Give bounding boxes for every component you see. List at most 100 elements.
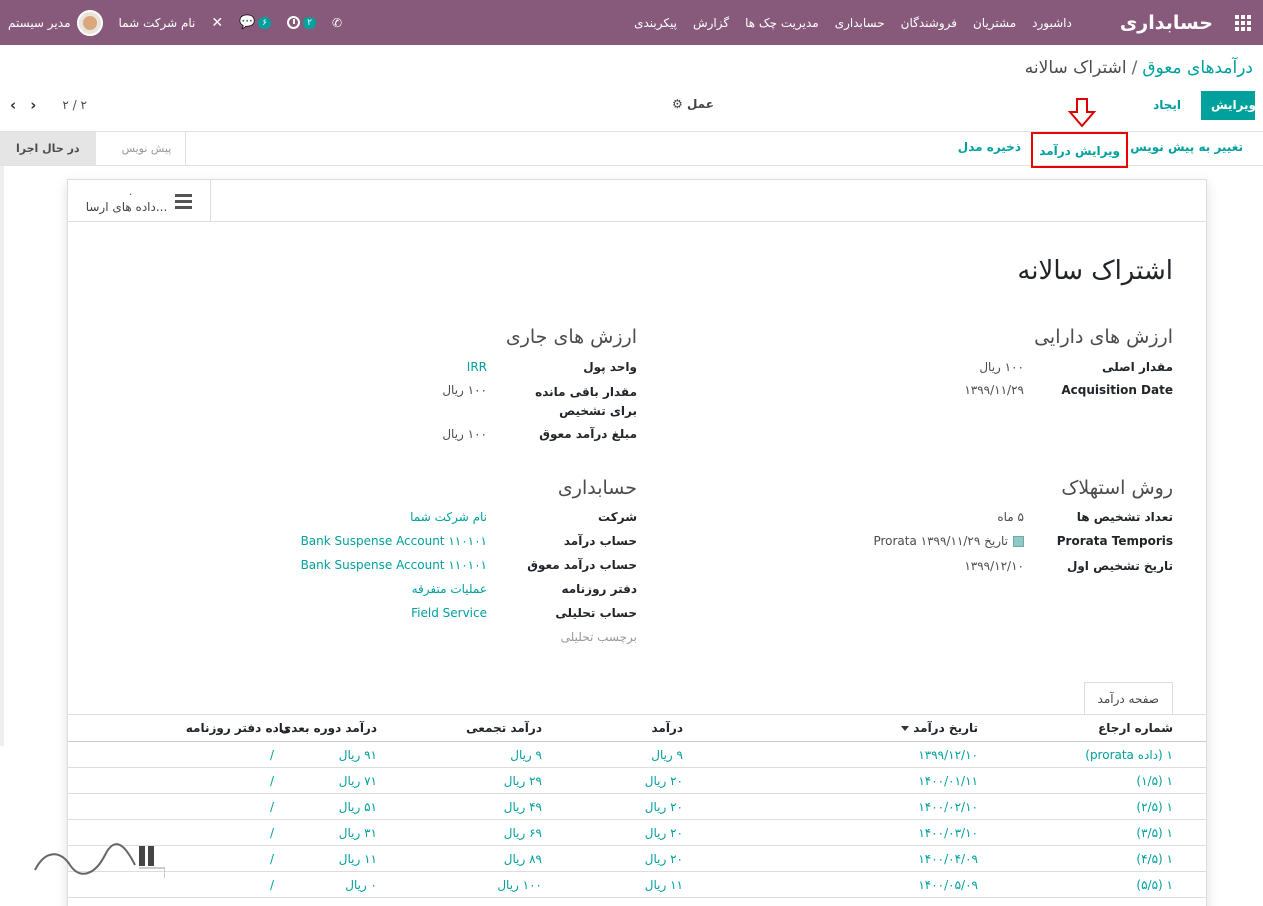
set-to-draft-button[interactable]: تغییر به پیش نویس bbox=[1130, 140, 1243, 154]
menu-item-vendors[interactable]: فروشندگان bbox=[893, 16, 965, 30]
table-row[interactable]: ۱ (۵/۵) ۱۴۰۰/۰۵/۰۹ ۱۱ ریال ۱۰۰ ریال ۰ ری… bbox=[68, 872, 1206, 898]
messaging-menu[interactable]: 💬 ۶ bbox=[231, 0, 279, 45]
cell-date: ۱۳۹۹/۱۲/۱۰ bbox=[918, 748, 978, 762]
section-depreciation-method: روش استهلاک bbox=[1061, 477, 1173, 499]
column-header-reference[interactable]: شماره ارجاع bbox=[1098, 721, 1173, 735]
button-box: ۰ داده های ارسا... bbox=[68, 180, 1206, 222]
cell-next-period: ۳۱ ریال bbox=[338, 826, 377, 840]
pager-next-icon[interactable]: › bbox=[30, 96, 36, 114]
menu-item-accounting[interactable]: حسابداری bbox=[827, 16, 893, 30]
cell-reference: ۱ (۱/۵) bbox=[1136, 774, 1173, 788]
cell-cumulative: ۶۹ ریال bbox=[503, 826, 542, 840]
menu-item-customers[interactable]: مشتریان bbox=[965, 16, 1024, 30]
cell-next-period: ۵۱ ریال bbox=[338, 800, 377, 814]
currency-value[interactable]: IRR bbox=[467, 360, 487, 374]
action-label: عمل bbox=[686, 97, 714, 111]
section-current-values: ارزش های جاری bbox=[505, 326, 637, 348]
debug-icon[interactable]: ✕ bbox=[203, 0, 231, 45]
company-switcher[interactable]: نام شرکت شما bbox=[111, 0, 204, 45]
journal-value[interactable]: عملیات متفرقه bbox=[412, 582, 487, 596]
analytic-tags-field[interactable]: برچسب تحلیلی bbox=[561, 630, 637, 644]
cell-journal-entry: / bbox=[269, 878, 274, 892]
breadcrumb-parent[interactable]: درآمدهای معوق bbox=[1142, 58, 1253, 78]
cell-cumulative: ۴۹ ریال bbox=[503, 800, 542, 814]
record-title[interactable]: اشتراک سالانه bbox=[1017, 256, 1173, 286]
modify-revenue-button[interactable]: ویرایش درآمد bbox=[1031, 132, 1128, 168]
cell-next-period: ۱۱ ریال bbox=[338, 852, 377, 866]
column-header-revenue-date[interactable]: تاریخ درآمد bbox=[901, 721, 978, 735]
save-model-button[interactable]: ذخیره مدل bbox=[958, 140, 1021, 154]
prorata-temporis-label: Prorata Temporis bbox=[1056, 534, 1173, 548]
apps-menu-button[interactable] bbox=[1223, 14, 1263, 31]
voip-button[interactable]: ✆ bbox=[324, 0, 350, 45]
action-dropdown[interactable]: ⚙ عمل bbox=[672, 97, 714, 111]
deferred-amount-label: مبلغ درآمد معوق bbox=[539, 427, 637, 441]
first-recognition-date-value: ۱۳۹۹/۱۲/۱۰ bbox=[964, 559, 1024, 573]
deferred-revenue-account-value[interactable]: Bank Suspense Account ۱۱۰۱۰۱ bbox=[301, 558, 487, 572]
menu-item-reporting[interactable]: گزارش bbox=[685, 16, 737, 30]
cell-reference: ۱ (۴/۵) bbox=[1136, 852, 1173, 866]
table-row[interactable]: ۱ (۳/۵) ۱۴۰۰/۰۳/۱۰ ۲۰ ریال ۶۹ ریال ۳۱ ری… bbox=[68, 820, 1206, 846]
column-header-next-period[interactable]: درآمد دوره بعدی bbox=[280, 721, 377, 735]
menu-item-configuration[interactable]: پیکربندی bbox=[626, 16, 685, 30]
cell-cumulative: ۲۹ ریال bbox=[503, 774, 542, 788]
currency-label: واحد پول bbox=[583, 360, 637, 374]
avatar bbox=[76, 9, 103, 36]
cell-revenue: ۹ ریال bbox=[651, 748, 683, 762]
table-row[interactable]: ۱ (۱/۵) ۱۴۰۰/۰۱/۱۱ ۲۰ ریال ۲۹ ریال ۷۱ ری… bbox=[68, 768, 1206, 794]
analytic-account-label: حساب تحلیلی bbox=[555, 606, 637, 620]
pager-value[interactable]: ۲ / ۲ bbox=[62, 98, 87, 112]
apps-grid-icon bbox=[1235, 14, 1251, 31]
table-row[interactable]: ۱ (داده prorata) ۱۳۹۹/۱۲/۱۰ ۹ ریال ۹ ریا… bbox=[68, 742, 1206, 768]
cell-revenue: ۲۰ ریال bbox=[644, 852, 683, 866]
watermark-logo-icon bbox=[34, 843, 165, 878]
acquisition-date-label: Acquisition Date bbox=[1061, 383, 1173, 397]
sent-data-smart-button[interactable]: ۰ داده های ارسا... bbox=[68, 180, 211, 222]
cell-cumulative: ۹ ریال bbox=[510, 748, 542, 762]
table-row[interactable]: ۱ (۲/۵) ۱۴۰۰/۰۲/۱۰ ۲۰ ریال ۴۹ ریال ۵۱ ری… bbox=[68, 794, 1206, 820]
cell-revenue: ۱۱ ریال bbox=[644, 878, 683, 892]
create-button[interactable]: ایجاد bbox=[1143, 91, 1191, 120]
user-name: مدیر سیستم bbox=[8, 15, 71, 30]
recognition-count-label: تعداد تشخیص ها bbox=[1076, 510, 1173, 524]
revenue-account-label: حساب درآمد bbox=[563, 534, 637, 548]
stage-running[interactable]: در حال اجرا bbox=[0, 132, 96, 165]
cell-cumulative: ۱۰۰ ریال bbox=[497, 878, 542, 892]
column-header-revenue[interactable]: درآمد bbox=[651, 721, 683, 735]
prorata-checkbox[interactable] bbox=[1013, 536, 1024, 547]
activity-count-badge: ۲ bbox=[303, 16, 316, 29]
app-brand[interactable]: حسابداری bbox=[1080, 12, 1223, 34]
table-row[interactable]: ۱ (۴/۵) ۱۴۰۰/۰۴/۰۹ ۲۰ ریال ۸۹ ریال ۱۱ ری… bbox=[68, 846, 1206, 872]
gear-icon: ⚙ bbox=[672, 97, 683, 111]
cell-journal-entry: / bbox=[269, 748, 274, 762]
company-value[interactable]: نام شرکت شما bbox=[410, 510, 487, 524]
user-menu[interactable]: مدیر سیستم bbox=[0, 0, 111, 45]
annotation-arrow-icon bbox=[1068, 98, 1096, 128]
analytic-account-value[interactable]: Field Service bbox=[411, 606, 487, 620]
chat-icon: 💬 bbox=[239, 15, 256, 30]
cell-journal-entry: / bbox=[269, 800, 274, 814]
revenue-account-value[interactable]: Bank Suspense Account ۱۱۰۱۰۱ bbox=[301, 534, 487, 548]
cell-revenue: ۲۰ ریال bbox=[644, 800, 683, 814]
original-value-label: مقدار اصلی bbox=[1102, 360, 1173, 374]
menu-item-dashboard[interactable]: داشبورد bbox=[1024, 16, 1080, 30]
cell-reference: ۱ (۵/۵) bbox=[1136, 878, 1173, 892]
column-header-cumulative[interactable]: درآمد تجمعی bbox=[466, 721, 542, 735]
menu-item-checks[interactable]: مدیریت چک ها bbox=[737, 16, 827, 30]
activity-menu[interactable]: ۲ bbox=[279, 0, 324, 45]
systray: مدیر سیستم نام شرکت شما ✕ 💬 ۶ ۲ ✆ bbox=[0, 0, 350, 45]
pager-previous-icon[interactable]: ‹ bbox=[10, 96, 16, 114]
column-header-journal-entry[interactable]: داده دفتر روزنامه bbox=[186, 721, 289, 735]
breadcrumb-separator: / bbox=[1131, 58, 1138, 78]
cell-date: ۱۴۰۰/۰۵/۰۹ bbox=[918, 878, 978, 892]
cell-revenue: ۲۰ ریال bbox=[644, 774, 683, 788]
tab-revenue-board[interactable]: صفحه درآمد bbox=[1083, 682, 1173, 715]
cell-reference: ۱ (داده prorata) bbox=[1085, 748, 1173, 762]
original-value: ۱۰۰ ریال bbox=[979, 360, 1024, 374]
cell-journal-entry: / bbox=[269, 826, 274, 840]
edit-button[interactable]: ویرایش bbox=[1201, 91, 1256, 120]
stage-draft[interactable]: پیش نویس bbox=[96, 132, 187, 165]
pager: ‹ › ۲ / ۲ bbox=[10, 96, 87, 114]
cell-reference: ۱ (۲/۵) bbox=[1136, 800, 1173, 814]
cell-journal-entry: / bbox=[269, 774, 274, 788]
